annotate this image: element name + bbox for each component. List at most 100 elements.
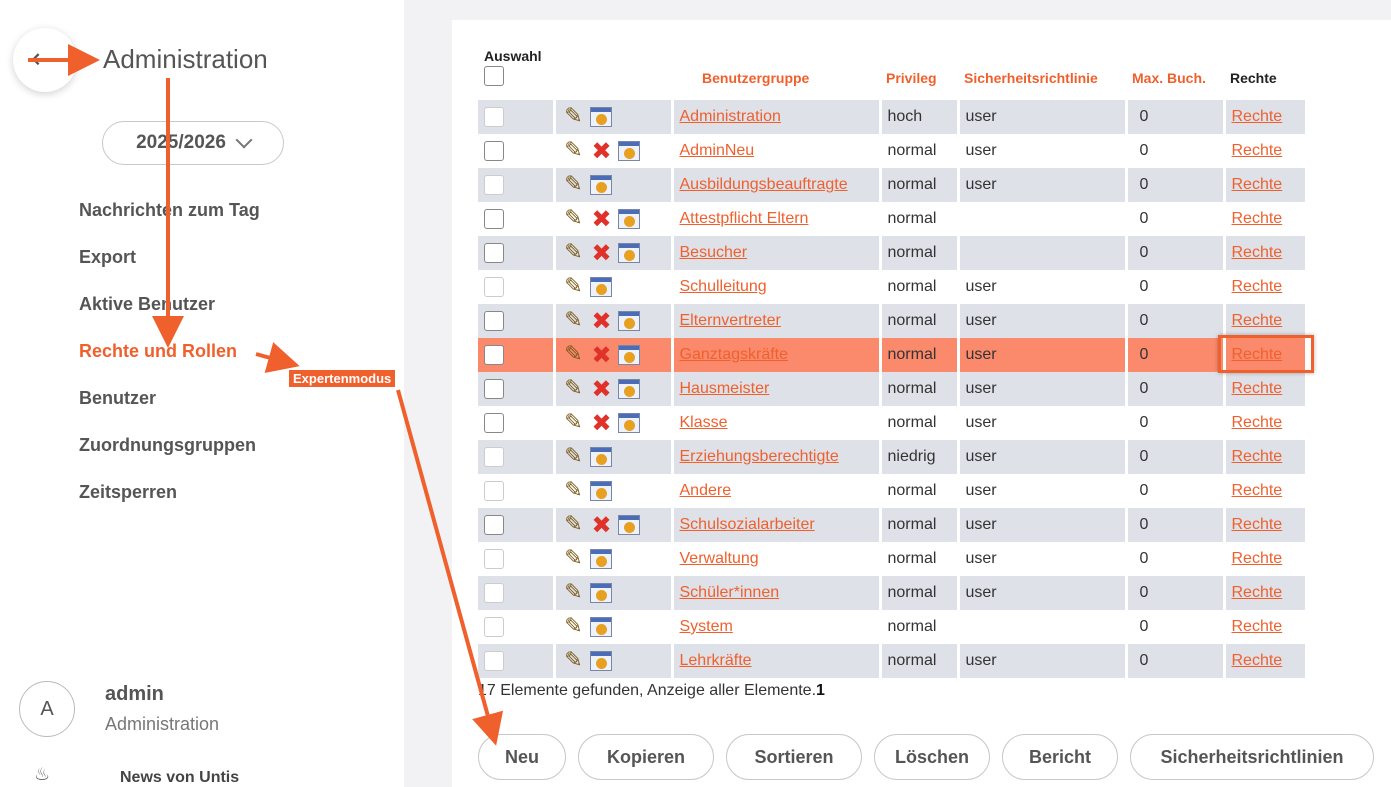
page-number[interactable]: 1: [816, 682, 825, 699]
rights-link[interactable]: Rechte: [1232, 550, 1283, 567]
rights-link[interactable]: Rechte: [1232, 142, 1283, 159]
delete-x-icon[interactable]: ✖: [590, 343, 614, 367]
window-settings-icon[interactable]: [617, 141, 640, 161]
pencil-edit-icon[interactable]: ✎: [562, 548, 586, 570]
group-name-link[interactable]: Schulleitung: [680, 278, 767, 295]
pencil-edit-icon[interactable]: ✎: [562, 616, 586, 638]
pencil-edit-icon[interactable]: ✎: [562, 174, 586, 196]
sidebar-item-rechte-und-rollen[interactable]: Rechte und Rollen: [79, 341, 260, 388]
sidebar-item-zuordnungsgruppen[interactable]: Zuordnungsgruppen: [79, 435, 260, 482]
pencil-edit-icon[interactable]: ✎: [562, 276, 586, 298]
delete-x-icon[interactable]: ✖: [590, 411, 614, 435]
pencil-edit-icon[interactable]: ✎: [562, 514, 586, 536]
pencil-edit-icon[interactable]: ✎: [562, 412, 586, 434]
delete-x-icon[interactable]: ✖: [590, 513, 614, 537]
group-name-link[interactable]: Lehrkräfte: [680, 652, 752, 669]
row-checkbox[interactable]: [484, 345, 504, 365]
col-privilege[interactable]: Privileg: [880, 48, 958, 100]
rights-link[interactable]: Rechte: [1232, 176, 1283, 193]
pencil-edit-icon[interactable]: ✎: [562, 106, 586, 128]
row-checkbox[interactable]: [484, 515, 504, 535]
group-name-link[interactable]: Attestpflicht Eltern: [680, 210, 809, 227]
row-checkbox[interactable]: [484, 549, 504, 569]
group-name-link[interactable]: Andere: [680, 482, 732, 499]
rights-link[interactable]: Rechte: [1232, 652, 1283, 669]
row-checkbox[interactable]: [484, 175, 504, 195]
sidebar-item-export[interactable]: Export: [79, 247, 260, 294]
pencil-edit-icon[interactable]: ✎: [562, 446, 586, 468]
window-settings-icon[interactable]: [617, 243, 640, 263]
window-settings-icon[interactable]: [617, 379, 640, 399]
group-name-link[interactable]: Ausbildungsbeauftragte: [680, 176, 848, 193]
rights-link[interactable]: Rechte: [1232, 244, 1283, 261]
row-checkbox[interactable]: [484, 277, 504, 297]
pencil-edit-icon[interactable]: ✎: [562, 378, 586, 400]
pencil-edit-icon[interactable]: ✎: [562, 582, 586, 604]
col-group[interactable]: Benutzergruppe: [672, 48, 880, 100]
rights-link[interactable]: Rechte: [1232, 380, 1283, 397]
rights-link[interactable]: Rechte: [1232, 312, 1283, 329]
window-settings-icon[interactable]: [589, 277, 612, 297]
pencil-edit-icon[interactable]: ✎: [562, 242, 586, 264]
rights-link[interactable]: Rechte: [1232, 516, 1283, 533]
col-policy[interactable]: Sicherheitsrichtlinie: [958, 48, 1126, 100]
group-name-link[interactable]: Schulsozialarbeiter: [680, 516, 815, 533]
row-checkbox[interactable]: [484, 583, 504, 603]
pencil-edit-icon[interactable]: ✎: [562, 310, 586, 332]
row-checkbox[interactable]: [484, 141, 504, 161]
pencil-edit-icon[interactable]: ✎: [562, 344, 586, 366]
pencil-edit-icon[interactable]: ✎: [562, 208, 586, 230]
group-name-link[interactable]: Elternvertreter: [680, 312, 781, 329]
sicherheitsrichtlinien-button[interactable]: Sicherheitsrichtlinien: [1130, 734, 1374, 780]
window-settings-icon[interactable]: [617, 515, 640, 535]
sidebar-item-nachrichten-zum-tag[interactable]: Nachrichten zum Tag: [79, 200, 260, 247]
sortieren-button[interactable]: Sortieren: [726, 734, 862, 780]
window-settings-icon[interactable]: [589, 651, 612, 671]
delete-x-icon[interactable]: ✖: [590, 241, 614, 265]
pencil-edit-icon[interactable]: ✎: [562, 140, 586, 162]
rights-link[interactable]: Rechte: [1232, 210, 1283, 227]
window-settings-icon[interactable]: [589, 175, 612, 195]
löschen-button[interactable]: Löschen: [874, 734, 990, 780]
group-name-link[interactable]: AdminNeu: [680, 142, 755, 159]
window-settings-icon[interactable]: [617, 311, 640, 331]
window-settings-icon[interactable]: [589, 549, 612, 569]
sidebar-item-benutzer[interactable]: Benutzer: [79, 388, 260, 435]
avatar[interactable]: A: [19, 681, 75, 737]
row-checkbox[interactable]: [484, 243, 504, 263]
kopieren-button[interactable]: Kopieren: [578, 734, 714, 780]
pencil-edit-icon[interactable]: ✎: [562, 480, 586, 502]
rights-link[interactable]: Rechte: [1232, 448, 1283, 465]
row-checkbox[interactable]: [484, 617, 504, 637]
pencil-edit-icon[interactable]: ✎: [562, 650, 586, 672]
window-settings-icon[interactable]: [589, 617, 612, 637]
window-settings-icon[interactable]: [589, 107, 612, 127]
rights-link[interactable]: Rechte: [1232, 618, 1283, 635]
group-name-link[interactable]: Besucher: [680, 244, 748, 261]
group-name-link[interactable]: Administration: [680, 108, 781, 125]
group-name-link[interactable]: Erziehungsberechtigte: [680, 448, 839, 465]
row-checkbox[interactable]: [484, 107, 504, 127]
bericht-button[interactable]: Bericht: [1002, 734, 1118, 780]
back-button[interactable]: ←: [13, 28, 77, 92]
delete-x-icon[interactable]: ✖: [590, 309, 614, 333]
window-settings-icon[interactable]: [589, 583, 612, 603]
group-name-link[interactable]: Verwaltung: [680, 550, 759, 567]
row-checkbox[interactable]: [484, 447, 504, 467]
group-name-link[interactable]: System: [680, 618, 733, 635]
rights-link[interactable]: Rechte: [1232, 108, 1283, 125]
sidebar-item-zeitsperren[interactable]: Zeitsperren: [79, 482, 260, 529]
neu-button[interactable]: Neu: [478, 734, 566, 780]
school-year-selector[interactable]: 2025/2026: [102, 121, 284, 165]
row-checkbox[interactable]: [484, 311, 504, 331]
row-checkbox[interactable]: [484, 413, 504, 433]
sidebar-item-aktive-benutzer[interactable]: Aktive Benutzer: [79, 294, 260, 341]
window-settings-icon[interactable]: [589, 481, 612, 501]
row-checkbox[interactable]: [484, 379, 504, 399]
group-name-link[interactable]: Schüler*innen: [680, 584, 780, 601]
rights-link[interactable]: Rechte: [1232, 482, 1283, 499]
rights-link[interactable]: Rechte: [1232, 414, 1283, 431]
rights-link[interactable]: Rechte: [1232, 278, 1283, 295]
group-name-link[interactable]: Hausmeister: [680, 380, 770, 397]
row-checkbox[interactable]: [484, 651, 504, 671]
